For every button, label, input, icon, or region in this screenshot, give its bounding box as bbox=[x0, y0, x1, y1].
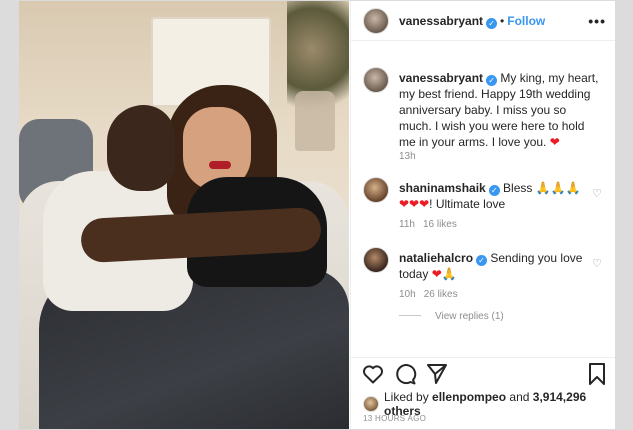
comment: nataliehalcro ✓ Sending you love today ❤🙏… bbox=[363, 247, 608, 303]
caption-username[interactable]: vanessabryant bbox=[399, 71, 483, 85]
verified-icon: ✓ bbox=[486, 75, 498, 86]
bookmark-icon[interactable] bbox=[585, 362, 609, 386]
pray-emoji: 🙏🙏🙏 bbox=[535, 181, 581, 195]
liker-username[interactable]: ellenpompeo bbox=[432, 390, 506, 404]
instagram-post: vanessabryant ✓ • Follow ••• vanessabryant ✓… bbox=[18, 0, 616, 430]
caption-time: 13h bbox=[399, 151, 416, 162]
post-photo[interactable] bbox=[19, 1, 349, 429]
comment-like-icon[interactable]: ♡ bbox=[592, 257, 602, 270]
heart-emoji: ❤🙏 bbox=[431, 267, 457, 281]
comment-text: ! Ultimate love bbox=[429, 197, 506, 211]
post-header: vanessabryant ✓ • Follow ••• bbox=[351, 1, 615, 41]
caption: vanessabryant ✓ My king, my heart, my bes… bbox=[363, 67, 608, 167]
avatar[interactable] bbox=[363, 247, 389, 273]
post-sidebar: vanessabryant ✓ • Follow ••• vanessabryant ✓… bbox=[350, 1, 615, 429]
comment-text: Bless bbox=[503, 181, 533, 195]
comment-likes[interactable]: 26 likes bbox=[424, 289, 458, 300]
comment: shaninamshaik ✓ Bless 🙏🙏🙏 ❤❤❤! Ultimate l… bbox=[363, 177, 608, 233]
comment-time: 10h bbox=[399, 289, 416, 300]
verified-icon: ✓ bbox=[488, 185, 500, 196]
avatar[interactable] bbox=[363, 67, 389, 93]
heart-icon[interactable] bbox=[361, 362, 385, 386]
share-icon[interactable] bbox=[425, 362, 449, 386]
post-timestamp: 13 HOURS AGO bbox=[363, 414, 427, 423]
comments-list: vanessabryant ✓ My king, my heart, my bes… bbox=[351, 53, 615, 357]
avatar[interactable] bbox=[363, 396, 379, 412]
comment-likes[interactable]: 16 likes bbox=[423, 219, 457, 230]
comment-username[interactable]: nataliehalcro bbox=[399, 251, 473, 265]
post-actions: Liked by ellenpompeo and 3,914,296 other… bbox=[351, 357, 615, 429]
header-username[interactable]: vanessabryant bbox=[399, 14, 483, 28]
verified-icon: ✓ bbox=[486, 17, 498, 29]
follow-button[interactable]: Follow bbox=[507, 14, 545, 28]
more-icon[interactable]: ••• bbox=[588, 13, 606, 29]
comment-like-icon[interactable]: ♡ bbox=[592, 187, 602, 200]
heart-emoji: ❤❤❤ bbox=[399, 197, 430, 211]
avatar[interactable] bbox=[363, 177, 389, 203]
comment-username[interactable]: shaninamshaik bbox=[399, 181, 486, 195]
heart-emoji: ❤ bbox=[549, 135, 560, 149]
comment-time: 11h bbox=[399, 219, 415, 230]
avatar[interactable] bbox=[363, 7, 389, 34]
verified-icon: ✓ bbox=[476, 255, 488, 266]
view-replies-link[interactable]: View replies (1) bbox=[399, 311, 504, 322]
comment-icon[interactable] bbox=[393, 362, 417, 386]
